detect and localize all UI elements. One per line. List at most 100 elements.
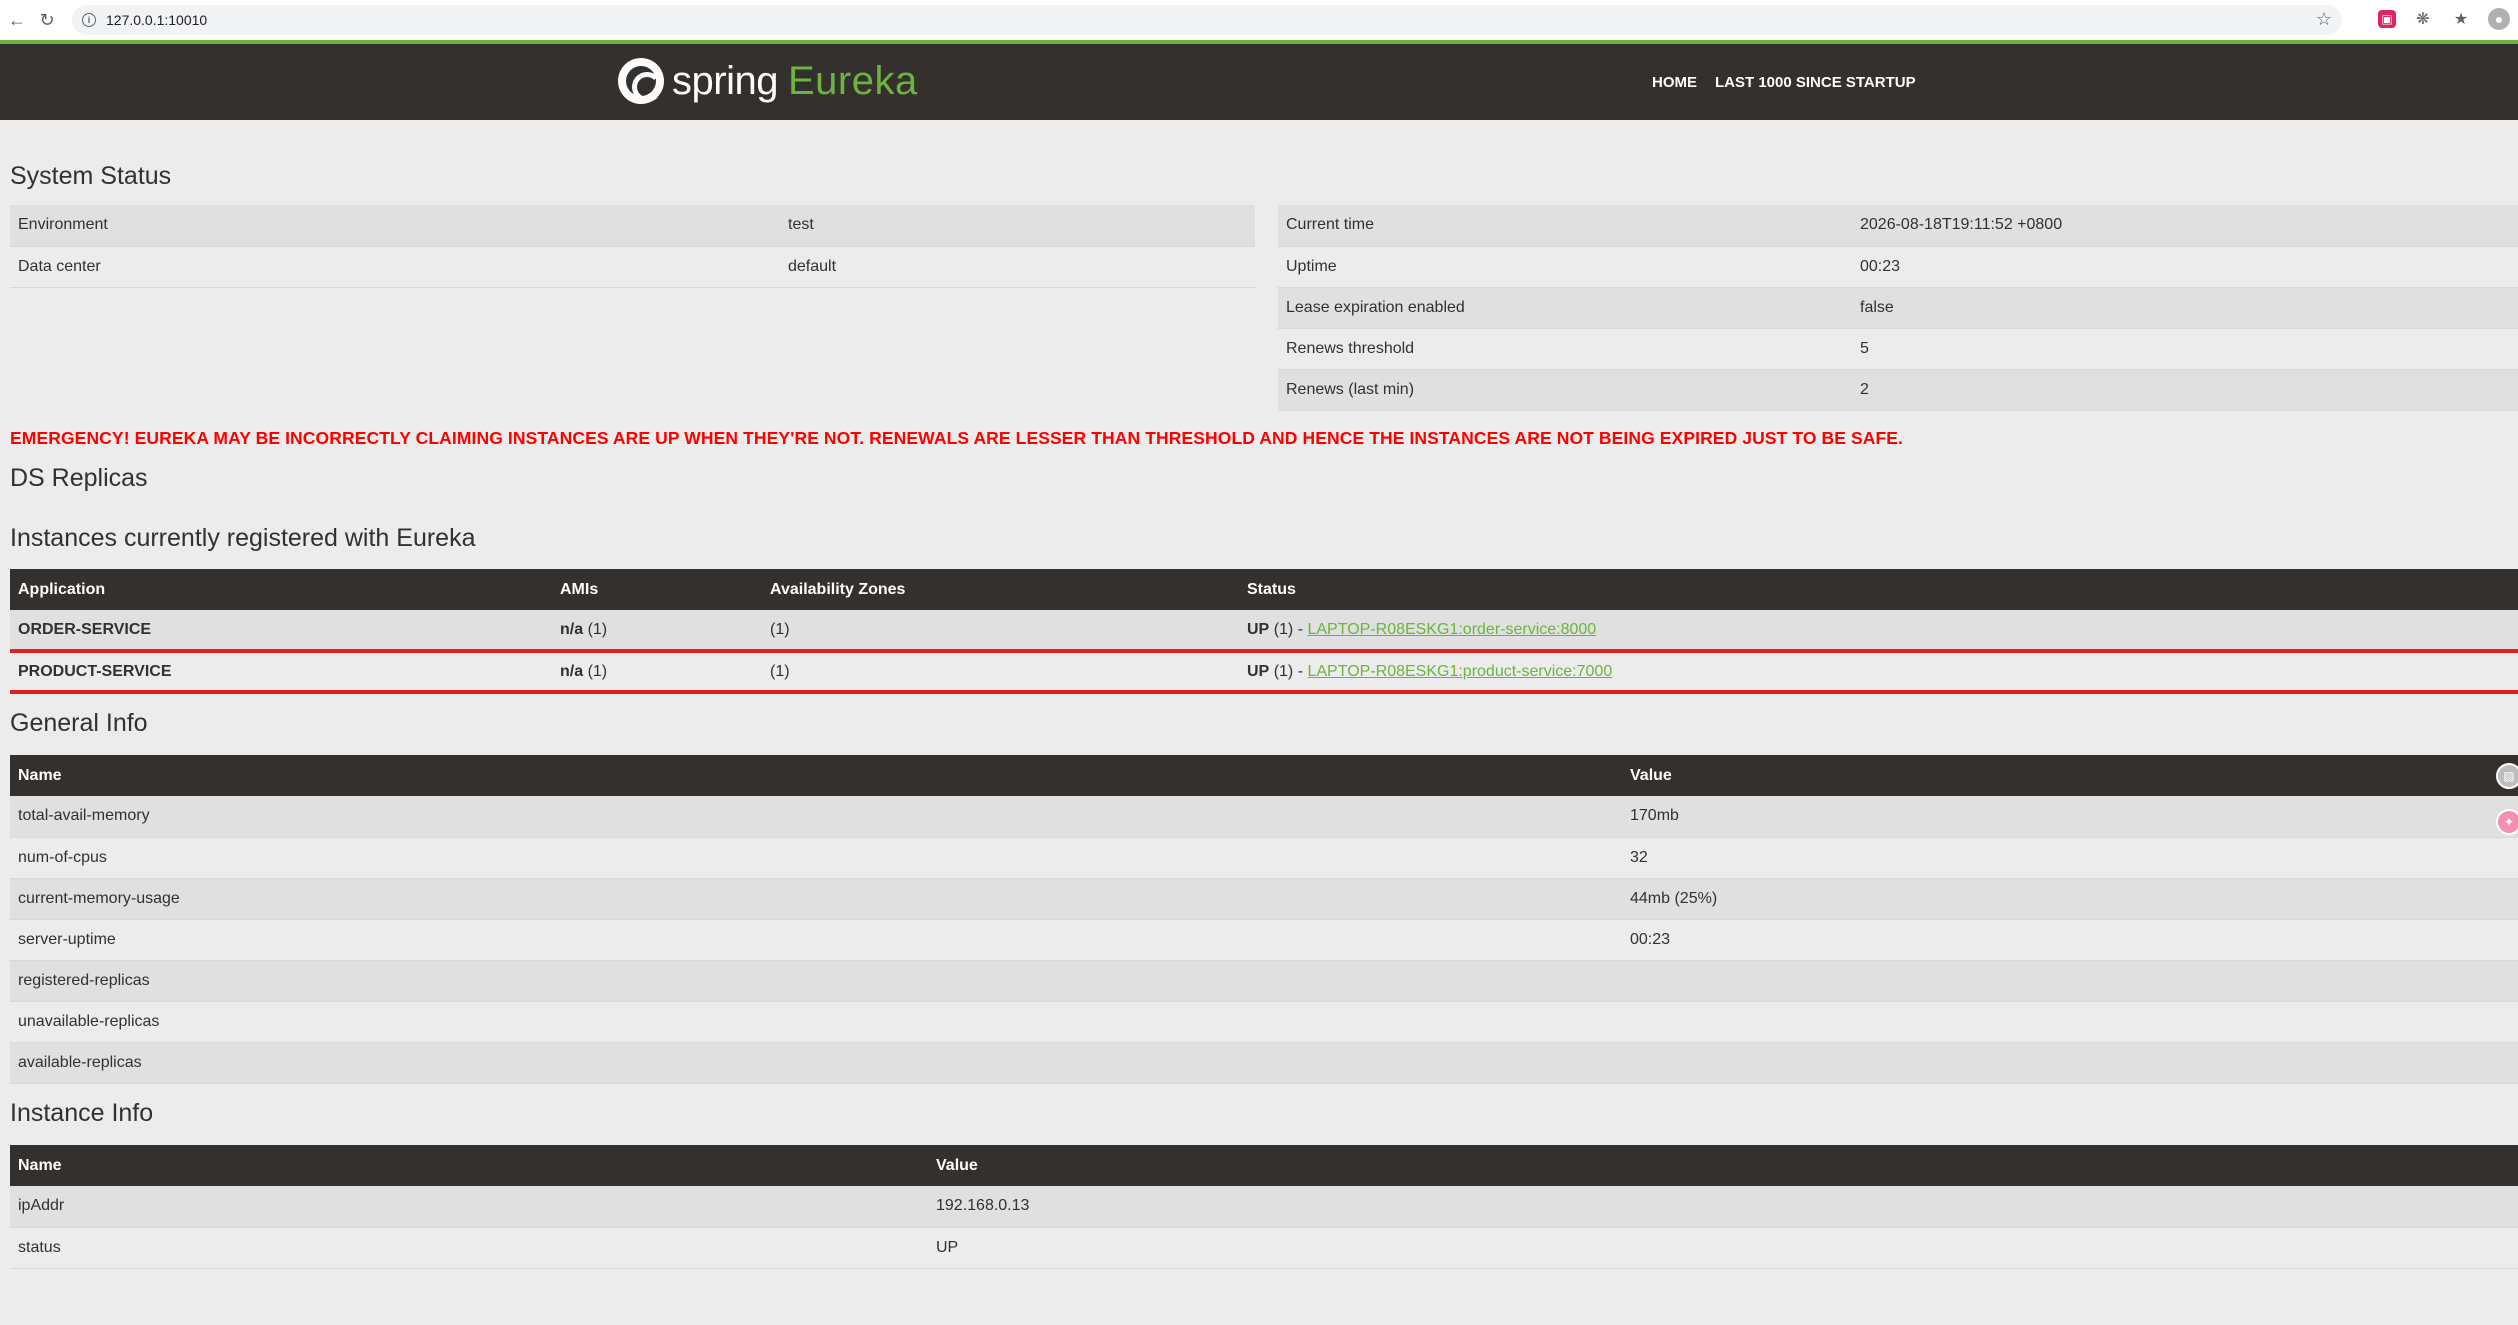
brand-spring: spring [672,58,778,103]
status-value: default [780,246,1255,288]
ds-replicas-title: DS Replicas [10,464,148,492]
table-row: Data center default [10,246,1255,288]
status-count: (1) - [1273,620,1308,638]
reload-icon[interactable]: ↻ [34,7,60,33]
info-value: 170mb [1622,796,2518,838]
status-value: test [780,205,1255,247]
info-value [1622,1001,2518,1043]
col-status: Status [1239,569,2518,610]
table-row: Environment test [10,205,1255,247]
status-value: 2 [1852,369,2518,411]
info-value: 32 [1622,837,2518,879]
info-name: status [10,1227,928,1269]
status-value: 2026-08-18T19:11:52 +0800 [1852,205,2518,247]
spring-eureka-logo[interactable]: spring Eureka [618,58,918,104]
back-arrow-icon[interactable]: ← [4,7,30,33]
table-row: Renews threshold 5 [1278,328,2518,370]
general-info-title: General Info [10,709,148,737]
extension-icon[interactable]: ▣ [2378,10,2396,28]
eureka-navbar: spring Eureka HOME LAST 1000 SINCE START… [0,44,2518,120]
table-row: Uptime 00:23 [1278,246,2518,288]
col-value: Value [928,1145,2518,1186]
instance-info-title: Instance Info [10,1099,154,1127]
profile-avatar-icon[interactable]: ● [2488,8,2510,30]
brand-eureka: Eureka [787,58,918,103]
status-up: UP [1247,620,1270,638]
zones-value: (1) [762,610,1239,653]
status-value: 5 [1852,328,2518,370]
ami-value: n/a [560,620,584,638]
status-name: Environment [10,205,780,247]
status-count: (1) - [1273,662,1308,680]
nav-last-1000-link[interactable]: LAST 1000 SINCE STARTUP [1715,74,1916,91]
url-text[interactable]: 127.0.0.1:10010 [106,12,207,28]
info-name: unavailable-replicas [10,1001,1622,1043]
nav-home-link[interactable]: HOME [1652,74,1697,91]
status-value: 00:23 [1852,246,2518,288]
instance-link[interactable]: LAPTOP-R08ESKG1:product-service:7000 [1307,663,1612,680]
status-name: Data center [10,246,780,288]
info-name: num-of-cpus [10,837,1622,879]
table-row: total-avail-memory 170mb [10,796,2518,838]
table-row: status UP [10,1227,2518,1269]
table-row: registered-replicas [10,960,2518,1002]
table-row: unavailable-replicas [10,1001,2518,1043]
table-row: Current time 2026-08-18T19:11:52 +0800 [1278,205,2518,247]
status-up: UP [1247,662,1270,680]
emergency-warning: EMERGENCY! EUREKA MAY BE INCORRECTLY CLA… [10,428,1904,448]
info-name: registered-replicas [10,960,1622,1002]
info-value: 44mb (25%) [1622,878,2518,920]
bookmark-star-icon[interactable]: ☆ [2316,9,2332,30]
col-name: Name [10,1145,928,1186]
system-status-left-table: Environment test Data center default [10,205,1255,288]
col-amis: AMIs [552,569,762,610]
info-name: available-replicas [10,1042,1622,1084]
instances-table: Application AMIs Availability Zones Stat… [10,569,2518,694]
col-application: Application [10,569,552,610]
table-row: ORDER-SERVICE n/a (1) (1) UP (1) - LAPTO… [10,610,2518,653]
extensions-puzzle-icon[interactable]: ❋ [2412,8,2434,30]
info-name: ipAddr [10,1186,928,1228]
col-availability-zones: Availability Zones [762,569,1239,610]
col-value: Value [1622,755,2518,796]
table-row: PRODUCT-SERVICE n/a (1) (1) UP (1) - LAP… [10,651,2518,694]
col-name: Name [10,755,1622,796]
info-value [1622,1042,2518,1084]
info-value [1622,960,2518,1002]
table-row: current-memory-usage 44mb (25%) [10,878,2518,920]
app-name: PRODUCT-SERVICE [18,662,172,680]
app-name: ORDER-SERVICE [18,620,152,638]
instance-link[interactable]: LAPTOP-R08ESKG1:order-service:8000 [1307,621,1596,638]
info-name: server-uptime [10,919,1622,961]
instances-title: Instances currently registered with Eure… [10,524,476,552]
zones-value: (1) [762,651,1239,694]
info-value: UP [928,1227,2518,1269]
floating-assistant-icon[interactable]: ✦ [2496,809,2518,835]
table-row: num-of-cpus 32 [10,837,2518,879]
status-name: Renews (last min) [1278,369,1852,411]
browser-toolbar: ← ↻ i 127.0.0.1:10010 ☆ ▣ ❋ ★ ● [0,0,2518,40]
info-name: total-avail-memory [10,796,1622,838]
info-name: current-memory-usage [10,878,1622,920]
system-status-title: System Status [10,162,172,190]
status-value: false [1852,287,2518,329]
address-bar[interactable]: i 127.0.0.1:10010 ☆ [72,5,2342,35]
ami-value: n/a [560,662,584,680]
instance-info-table: Name Value ipAddr 192.168.0.13 status UP [10,1145,2518,1269]
site-info-icon[interactable]: i [82,13,96,27]
info-value: 00:23 [1622,919,2518,961]
table-row: ipAddr 192.168.0.13 [10,1186,2518,1228]
status-name: Renews threshold [1278,328,1852,370]
status-name: Lease expiration enabled [1278,287,1852,329]
table-row: available-replicas [10,1042,2518,1084]
general-info-table: Name Value total-avail-memory 170mb num-o… [10,755,2518,1084]
table-row: Renews (last min) 2 [1278,369,2518,411]
ami-count: (1) [587,620,608,638]
table-row: Lease expiration enabled false [1278,287,2518,329]
spring-leaf-icon [618,58,664,104]
ami-count: (1) [587,662,608,680]
favorites-icon[interactable]: ★ [2450,8,2472,30]
status-name: Current time [1278,205,1852,247]
floating-translate-icon[interactable]: ▧ [2496,763,2518,789]
status-name: Uptime [1278,246,1852,288]
